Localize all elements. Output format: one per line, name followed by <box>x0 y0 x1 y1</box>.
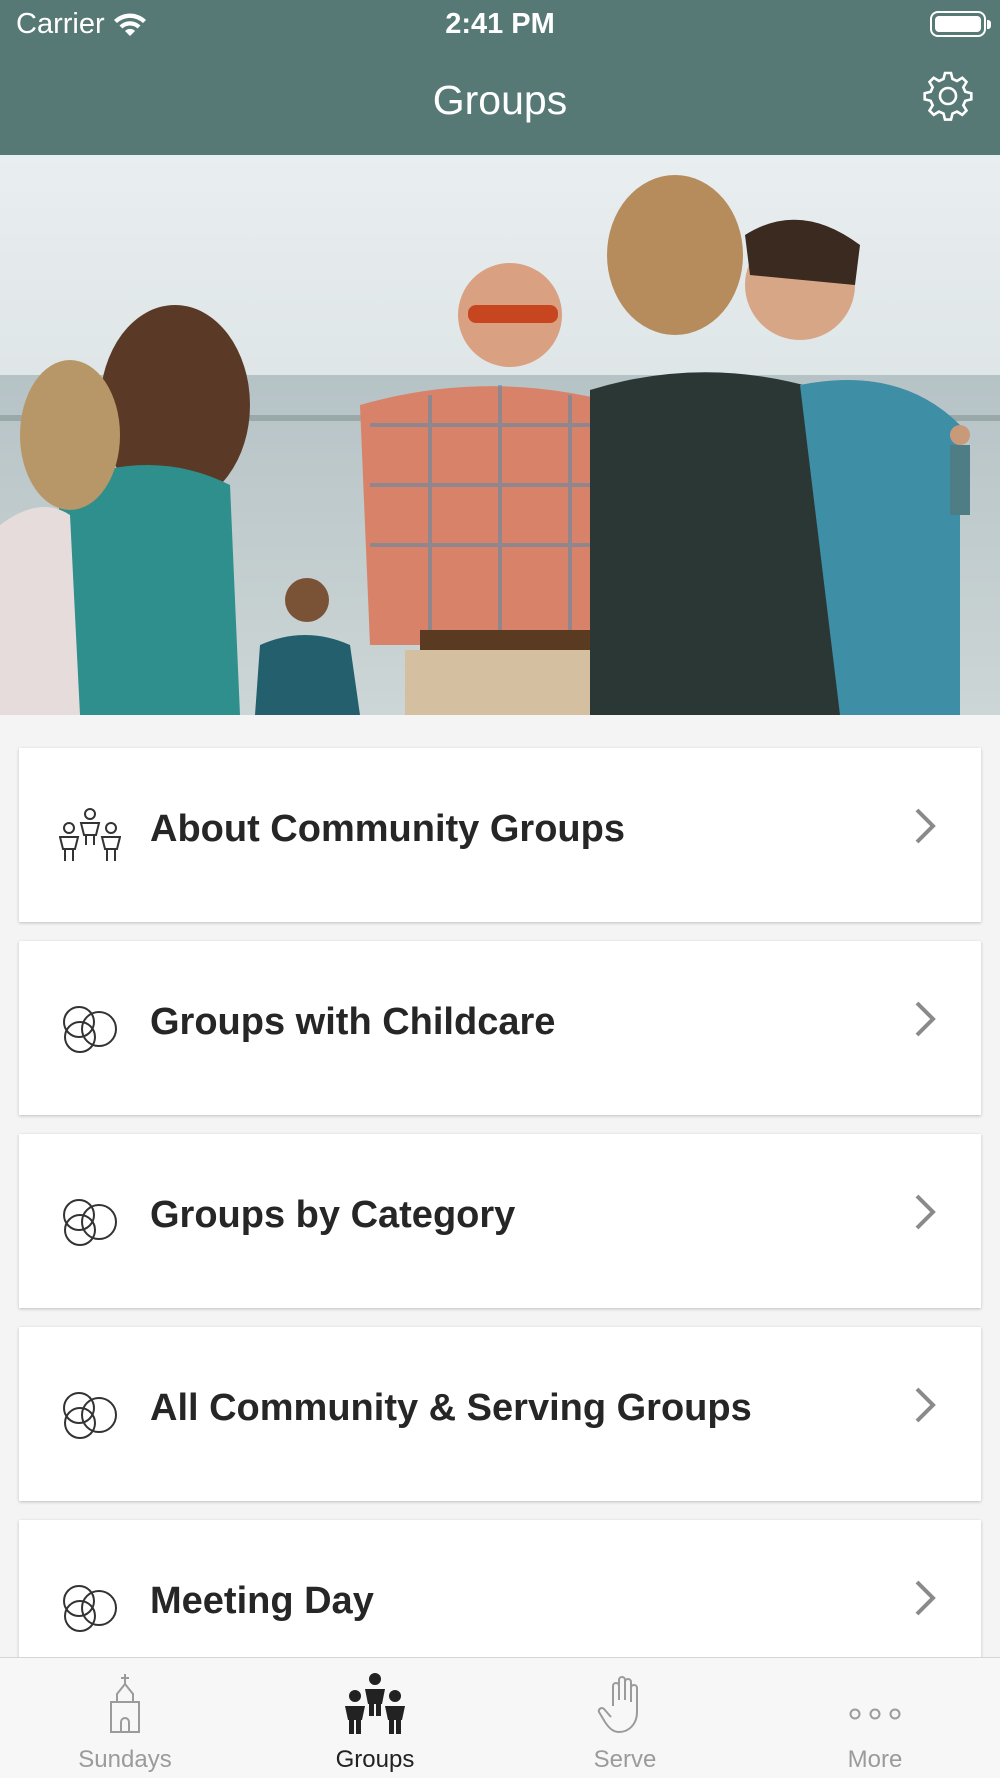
menu-item-label: Meeting Day <box>150 1580 374 1622</box>
status-bar: Carrier 2:41 PM <box>0 0 1000 50</box>
battery-icon <box>930 11 991 37</box>
tab-label: Sundays <box>78 1746 172 1773</box>
tab-label: Serve <box>593 1746 657 1773</box>
chevron-right-icon <box>915 1001 936 1037</box>
page-title: Groups <box>432 77 568 123</box>
people-icon <box>345 1673 405 1734</box>
tab-bar: Sundays Groups Serve More <box>0 1657 1000 1778</box>
tab-more[interactable]: More <box>750 1658 1000 1778</box>
tab-serve[interactable]: Serve <box>500 1658 750 1778</box>
chevron-right-icon <box>915 1580 936 1616</box>
tab-sundays[interactable]: Sundays <box>0 1658 250 1778</box>
more-icon <box>849 1708 901 1720</box>
tab-label: Groups <box>335 1746 415 1773</box>
menu-item-about-community-groups[interactable]: About Community Groups <box>19 748 981 922</box>
status-time: 2:41 PM <box>445 8 555 40</box>
group-photo <box>0 155 1000 715</box>
menu-item-label: About Community Groups <box>150 808 625 850</box>
church-icon <box>110 1674 140 1733</box>
people-icon <box>59 808 121 861</box>
menu-item-label: Groups with Childcare <box>150 1001 556 1043</box>
tab-groups[interactable]: Groups <box>250 1658 500 1778</box>
menu-item-groups-by-category[interactable]: Groups by Category <box>19 1134 981 1308</box>
circles-icon <box>63 1006 117 1053</box>
chevron-right-icon <box>915 1194 936 1230</box>
menu-item-label: Groups by Category <box>150 1194 516 1236</box>
nav-bar: Groups <box>0 50 1000 155</box>
tab-label: More <box>847 1746 903 1773</box>
chevron-right-icon <box>915 1387 936 1423</box>
circles-icon <box>63 1585 117 1632</box>
settings-gear-icon[interactable] <box>922 70 974 122</box>
menu-item-groups-with-childcare[interactable]: Groups with Childcare <box>19 941 981 1115</box>
menu-item-all-community-serving-groups[interactable]: All Community & Serving Groups <box>19 1327 981 1501</box>
menu-item-label: All Community & Serving Groups <box>150 1387 752 1429</box>
circles-icon <box>63 1199 117 1246</box>
chevron-right-icon <box>915 808 936 844</box>
hand-icon <box>597 1676 638 1733</box>
circles-icon <box>63 1392 117 1439</box>
hero-image <box>0 155 1000 715</box>
